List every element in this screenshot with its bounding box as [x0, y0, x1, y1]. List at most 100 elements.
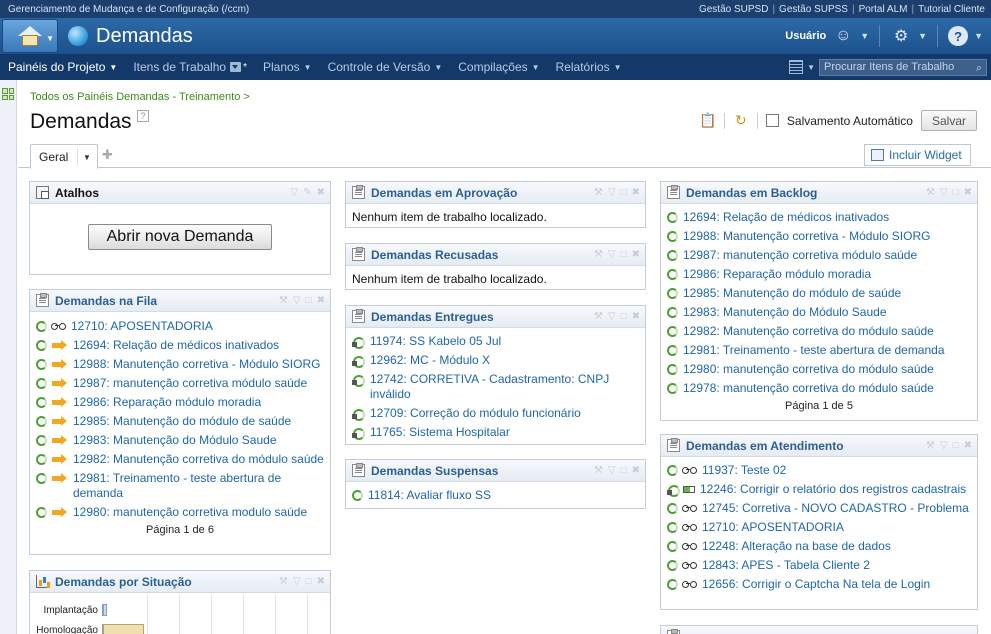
item-link[interactable]: 11974: SS Kabelo 05 Jul	[370, 334, 501, 349]
close-icon[interactable]: ✖	[317, 576, 325, 587]
refresh-icon[interactable]: ↻	[733, 112, 749, 129]
item-link[interactable]: 11814: Avaliar fluxo SS	[368, 488, 491, 503]
chevron-down-icon[interactable]: ▽	[608, 311, 616, 322]
close-icon[interactable]: ✖	[964, 440, 972, 451]
chart-bar[interactable]	[103, 604, 107, 616]
item-link[interactable]: 12962: MC - Módulo X	[370, 353, 490, 368]
list-item[interactable]: 12981: Treinamento - teste abertura de d…	[667, 343, 971, 358]
maximize-icon[interactable]: □	[306, 576, 312, 587]
chevron-down-icon[interactable]: ▽	[940, 440, 948, 451]
list-item[interactable]: 12986: Reparação módulo moradia	[36, 395, 324, 410]
close-icon[interactable]: ✖	[317, 295, 325, 306]
nav-item-controle-versao[interactable]: Controle de Versão ▼	[320, 60, 451, 74]
query-icon[interactable]	[789, 60, 804, 74]
list-item[interactable]: 12983: Manutenção do Módulo Saude	[36, 433, 324, 448]
list-item[interactable]: 12980: manutenção corretiva modulo saúde	[36, 505, 324, 520]
settings-icon[interactable]: ⚒	[279, 295, 288, 306]
item-link[interactable]: 12980: manutenção corretiva modulo saúde	[73, 505, 307, 520]
list-item[interactable]: 12981: Treinamento - teste abertura de d…	[36, 471, 324, 501]
list-item[interactable]: 12745: Corretiva - NOVO CADASTRO - Probl…	[667, 501, 971, 516]
chevron-down-icon[interactable]: ▽	[293, 295, 301, 306]
item-link[interactable]: 12694: Relação de médicos inativados	[683, 210, 889, 225]
list-item[interactable]: 12710: APOSENTADORIA	[36, 319, 324, 334]
nav-item-itens[interactable]: Itens de Trabalho *	[125, 60, 255, 74]
chevron-down-icon[interactable]: ▼	[83, 153, 91, 162]
list-item[interactable]: 11937: Teste 02	[667, 463, 971, 478]
settings-icon[interactable]: ⚒	[926, 187, 935, 198]
list-item[interactable]: 12246: Corrigir o relatório dos registro…	[667, 482, 971, 497]
chevron-down-icon[interactable]: ▽	[608, 249, 616, 260]
item-link[interactable]: 12246: Corrigir o relatório dos registro…	[700, 482, 966, 497]
item-link[interactable]: 12988: Manutenção corretiva - Módulo SIO…	[683, 229, 930, 244]
autosave-checkbox[interactable]	[765, 114, 779, 127]
maximize-icon[interactable]: □	[621, 311, 627, 322]
item-link[interactable]: 12656: Corrigir o Captcha Na tela de Log…	[702, 577, 930, 592]
settings-icon[interactable]: ⚒	[594, 249, 603, 260]
chevron-down-icon[interactable]: ▽	[608, 187, 616, 198]
item-link[interactable]: 12982: Manutenção corretiva do módulo sa…	[683, 324, 934, 339]
list-item[interactable]: 12694: Relação de médicos inativados	[36, 338, 324, 353]
help-icon[interactable]: ?	[137, 110, 149, 122]
add-tab-icon[interactable]: ✚	[102, 147, 113, 163]
item-link[interactable]: 11937: Teste 02	[702, 463, 786, 478]
list-item[interactable]: 12987: manutenção corretiva módulo saúde	[667, 248, 971, 263]
list-item[interactable]: 12980: manutenção corretiva do módulo sa…	[667, 362, 971, 377]
item-link[interactable]: 12710: APOSENTADORIA	[702, 520, 844, 535]
help-icon[interactable]: ?	[948, 26, 969, 46]
save-button[interactable]: Salvar	[920, 110, 977, 131]
item-link[interactable]: 12709: Correção do módulo funcionário	[370, 406, 581, 421]
chevron-down-icon[interactable]: ▽	[940, 187, 948, 198]
maximize-icon[interactable]: □	[953, 187, 959, 198]
list-item[interactable]: 12985: Manutenção do módulo de saúde	[36, 414, 324, 429]
breadcrumb[interactable]: Todos os Painéis Demandas - Treinamento …	[30, 91, 250, 103]
add-widget-button[interactable]: Incluir Widget	[864, 144, 971, 166]
nav-item-paineis[interactable]: Painéis do Projeto ▼	[0, 60, 125, 74]
list-item[interactable]: 12986: Reparação módulo moradia	[667, 267, 971, 282]
list-item[interactable]: 11974: SS Kabelo 05 Jul	[352, 334, 639, 349]
close-icon[interactable]: ✖	[632, 249, 640, 260]
settings-icon[interactable]: ⚒	[279, 576, 288, 587]
search-input[interactable]: Procurar Itens de Trabalho ⌕	[819, 58, 987, 76]
settings-icon[interactable]: ⚒	[594, 187, 603, 198]
list-item[interactable]: 12710: APOSENTADORIA	[667, 520, 971, 535]
top-link-tutorial-cliente[interactable]: Tutorial Cliente	[918, 4, 985, 15]
item-link[interactable]: 12988: Manutenção corretiva - Módulo SIO…	[73, 357, 320, 372]
chevron-down-icon[interactable]: ▼	[860, 31, 869, 41]
item-link[interactable]: 12983: Manutenção do Módulo Saude	[73, 433, 277, 448]
item-link[interactable]: 12987: manutenção corretiva módulo saúde	[73, 376, 307, 391]
list-item[interactable]: 11814: Avaliar fluxo SS	[352, 488, 639, 503]
edit-icon[interactable]: ✎	[303, 187, 311, 198]
maximize-icon[interactable]: □	[621, 249, 627, 260]
item-link[interactable]: 12980: manutenção corretiva do módulo sa…	[683, 362, 934, 377]
maximize-icon[interactable]: □	[306, 295, 312, 306]
chevron-down-icon[interactable]: ▼	[918, 31, 927, 41]
list-item[interactable]: 12978: manutenção corretiva do módulo sa…	[667, 381, 971, 396]
maximize-icon[interactable]: □	[953, 440, 959, 451]
item-link[interactable]: 12987: manutenção corretiva módulo saúde	[683, 248, 917, 263]
item-link[interactable]: 12982: Manutenção corretiva do módulo sa…	[73, 452, 324, 467]
list-item[interactable]: 12742: CORRETIVA - Cadastramento: CNPJ i…	[352, 372, 639, 402]
nav-item-planos[interactable]: Planos ▼	[255, 60, 320, 74]
home-button[interactable]: ▼	[2, 19, 58, 53]
user-label[interactable]: Usuário	[785, 30, 826, 42]
list-item[interactable]: 11765: Sistema Hospitalar	[352, 425, 639, 440]
settings-icon[interactable]: ⚒	[926, 440, 935, 451]
item-link[interactable]: 12843: APES - Tabela Cliente 2	[702, 558, 870, 573]
chevron-down-icon[interactable]: ▼	[974, 31, 983, 41]
list-item[interactable]: 12709: Correção do módulo funcionário	[352, 406, 639, 421]
item-link[interactable]: 12985: Manutenção do módulo de saúde	[73, 414, 291, 429]
search-icon[interactable]: ⌕	[976, 62, 982, 75]
close-icon[interactable]: ✖	[632, 187, 640, 198]
item-link[interactable]: 12981: Treinamento - teste abertura de d…	[683, 343, 945, 358]
item-link[interactable]: 12978: manutenção corretiva do módulo sa…	[683, 381, 934, 396]
chevron-down-icon[interactable]	[230, 62, 242, 72]
item-link[interactable]: 12694: Relação de médicos inativados	[73, 338, 279, 353]
list-item[interactable]: 12987: manutenção corretiva módulo saúde	[36, 376, 324, 391]
chevron-down-icon[interactable]: ▽	[291, 187, 299, 198]
list-item[interactable]: 12988: Manutenção corretiva - Módulo SIO…	[667, 229, 971, 244]
close-icon[interactable]: ✖	[964, 187, 972, 198]
settings-icon[interactable]: ⚒	[594, 311, 603, 322]
list-item[interactable]: 12988: Manutenção corretiva - Módulo SIO…	[36, 357, 324, 372]
list-item[interactable]: 12843: APES - Tabela Cliente 2	[667, 558, 971, 573]
item-link[interactable]: 12742: CORRETIVA - Cadastramento: CNPJ i…	[370, 372, 639, 402]
